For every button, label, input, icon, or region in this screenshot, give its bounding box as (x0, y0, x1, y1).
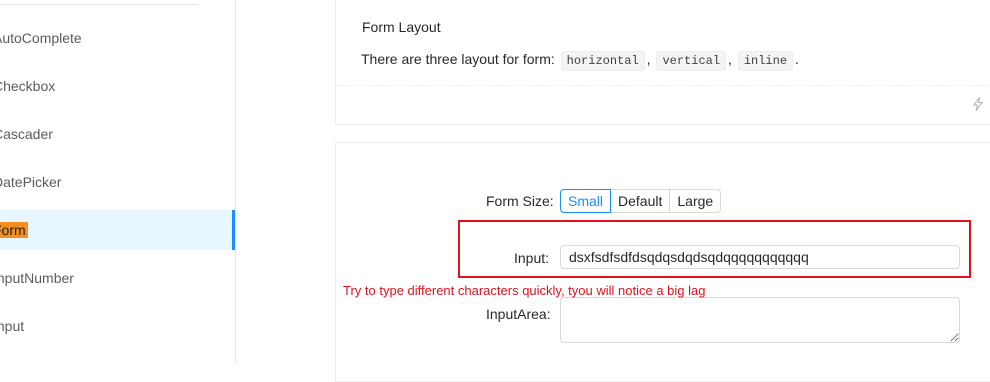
sidebar-item-label: Input (0, 318, 25, 334)
size-small-radio[interactable]: Small (560, 189, 612, 213)
separator: , (728, 51, 732, 67)
sidebar-item-label: Form (0, 210, 28, 250)
sidebar-item-label: DatePicker (0, 174, 62, 190)
sidebar-item-inputnumber[interactable]: InputNumber (0, 258, 235, 298)
sidebar-item-label: Checkbox (0, 78, 56, 94)
sidebar-item-checkbox[interactable]: Checkbox (0, 66, 235, 106)
annotation-highlight-box (458, 220, 971, 278)
sidebar-item-label: Cascader (0, 126, 53, 142)
code-inline: inline (737, 51, 794, 71)
sidebar-item-autocomplete[interactable]: AutoComplete (0, 18, 235, 58)
size-large-radio[interactable]: Large (669, 189, 722, 213)
search-highlight: Form (0, 222, 28, 238)
demo-title: Form Layout (360, 19, 443, 35)
annotation-text: Try to type different characters quickly… (343, 283, 706, 298)
sidebar-item-label: AutoComplete (0, 30, 82, 46)
demo-divider (336, 85, 990, 87)
separator: , (646, 51, 651, 67)
sidebar-menu: AutoComplete Checkbox Cascader DatePicke… (0, 0, 236, 364)
form-size-radio-group: Small Default Large (560, 189, 722, 213)
code-horizontal: horizontal (560, 51, 645, 71)
sidebar-item-cascader[interactable]: Cascader (0, 114, 235, 154)
sidebar-item-form[interactable]: Form (0, 210, 235, 250)
sidebar-divider (0, 4, 198, 5)
demo-description: There are three layout for form: horizon… (361, 51, 799, 71)
thunderbolt-icon[interactable] (972, 97, 984, 111)
size-default-radio[interactable]: Default (610, 189, 671, 213)
sidebar-item-input[interactable]: Input (0, 306, 235, 346)
code-vertical: vertical (656, 51, 727, 71)
demo-card-form-layout: Form Layout There are three layout for f… (335, 0, 990, 125)
sidebar-item-label: InputNumber (0, 270, 74, 286)
description-text: There are three layout for form: (361, 51, 559, 67)
form-size-label: Form Size: (486, 193, 554, 209)
sidebar-item-datepicker[interactable]: DatePicker (0, 162, 235, 202)
separator: . (795, 51, 799, 67)
textarea-input[interactable] (560, 297, 960, 343)
inputarea-label: InputArea: (486, 306, 551, 322)
